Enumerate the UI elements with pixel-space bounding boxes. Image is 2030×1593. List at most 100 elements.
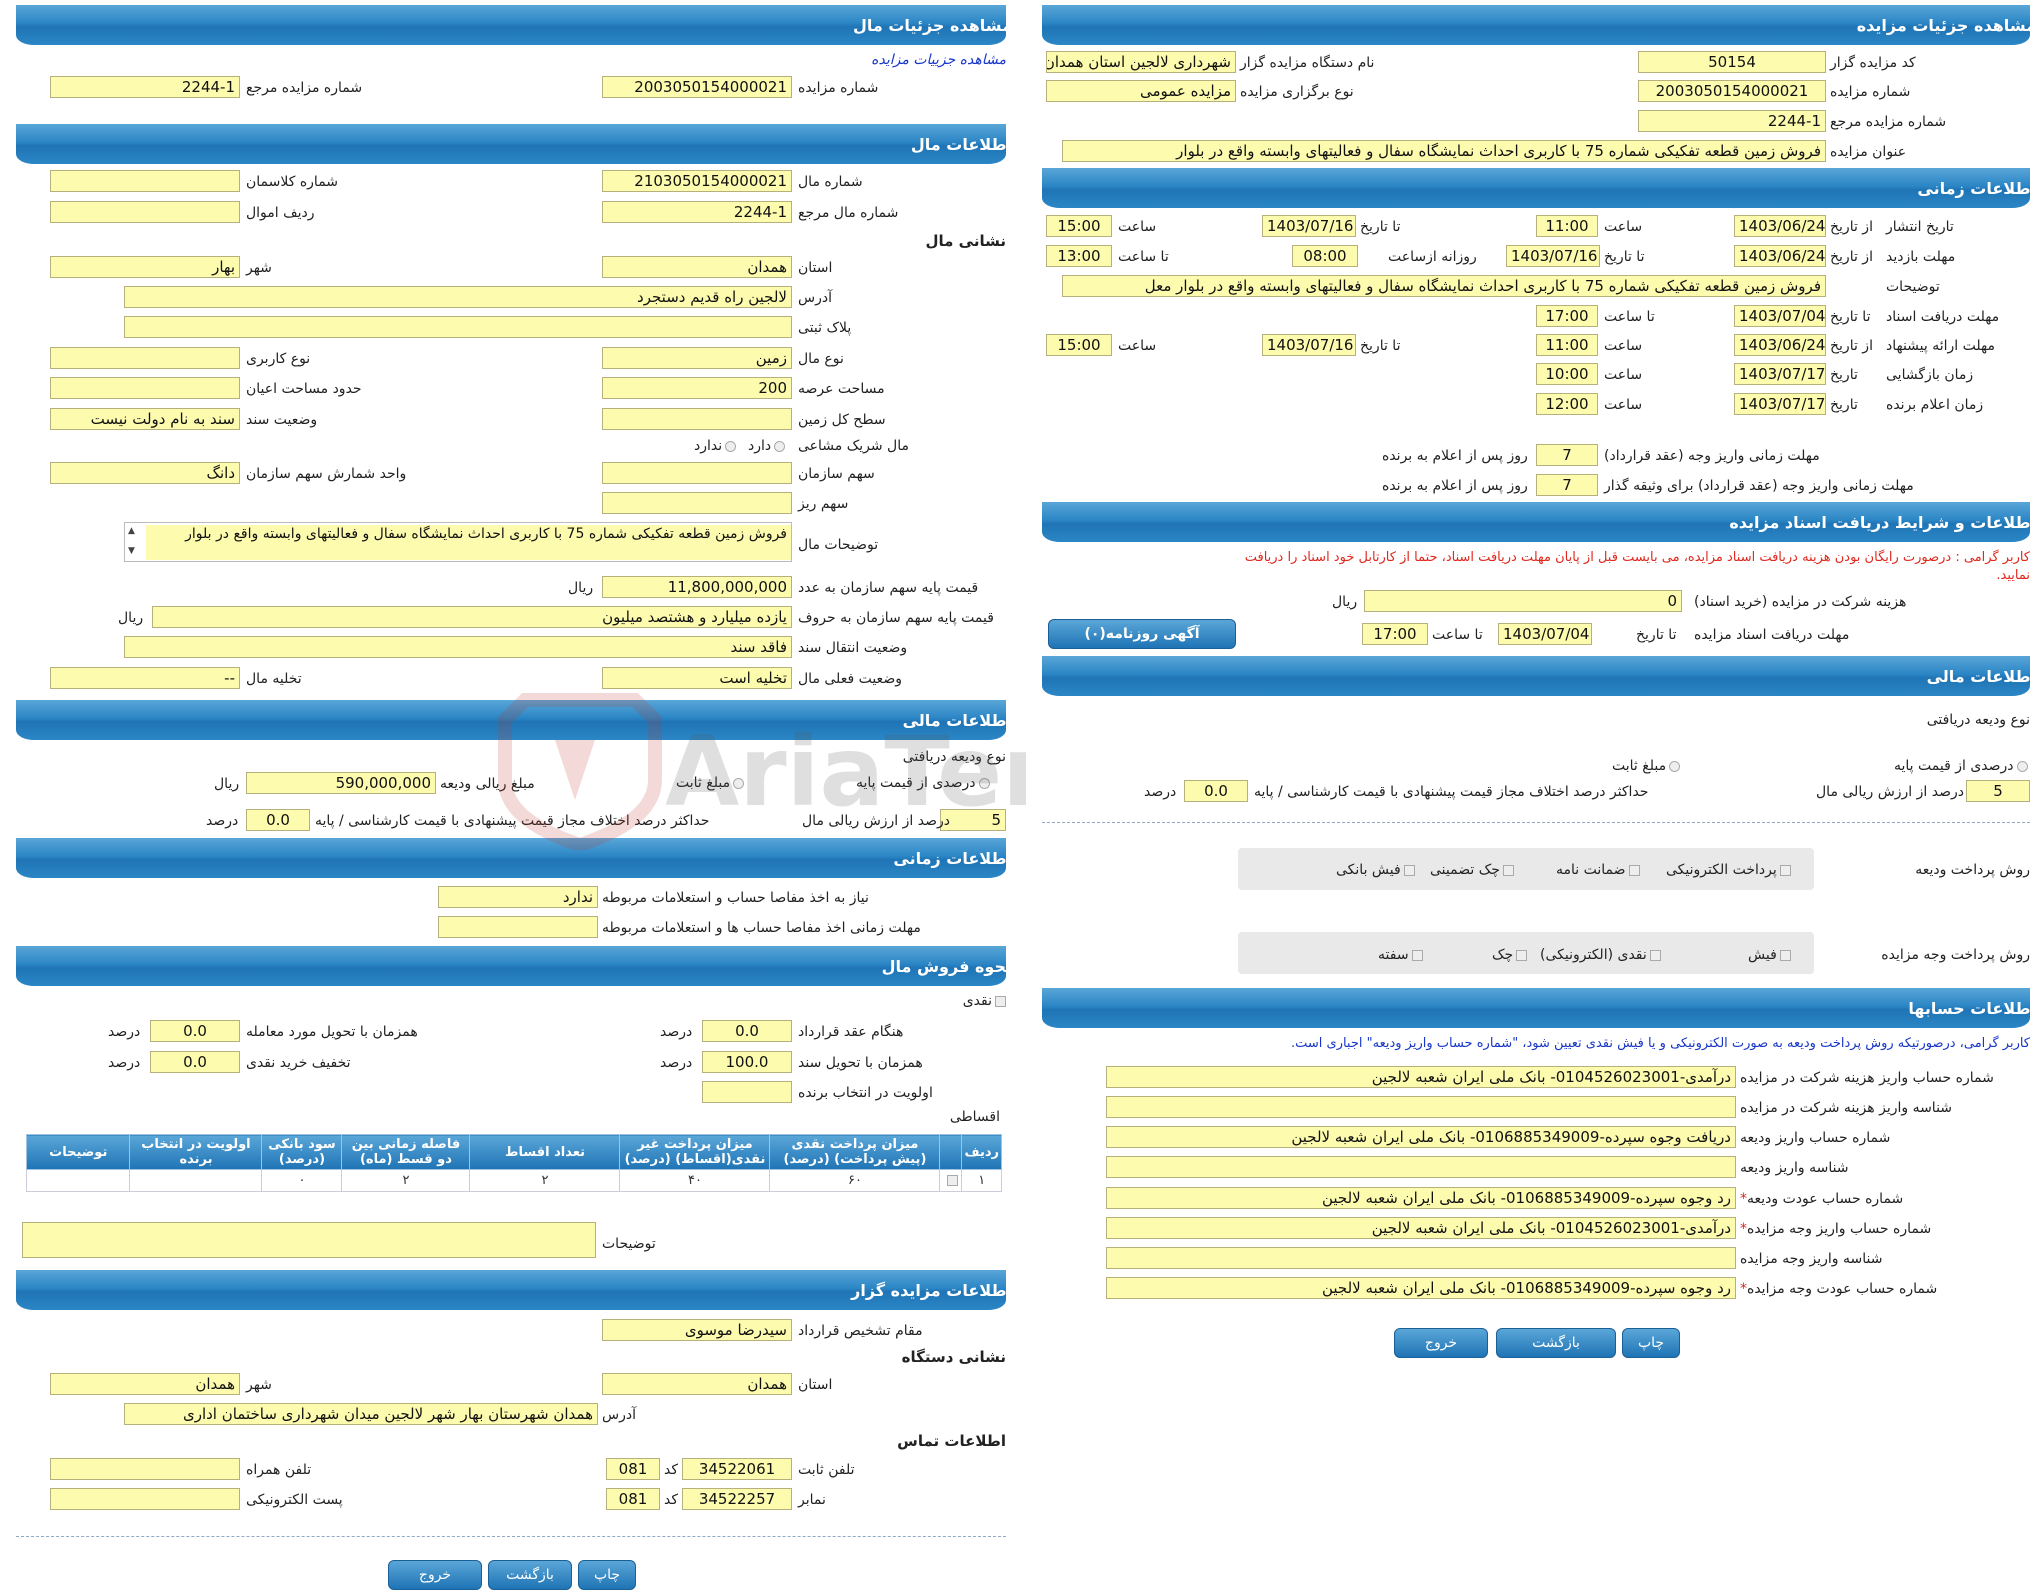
- publish-from-label: از تاریخ: [1830, 219, 1873, 235]
- shared-yes-radio[interactable]: دارد: [748, 438, 786, 454]
- pay-method-cash[interactable]: نقدی (الکترونیکی): [1540, 947, 1661, 963]
- pay-deadline-suffix: روز پس از اعلام به برنده: [1382, 448, 1528, 464]
- deposit-fixed-label: مبلغ ثابت: [676, 775, 731, 791]
- textarea-scroll-up-icon[interactable]: ▲: [128, 526, 135, 536]
- r-print-button[interactable]: چاپ: [1622, 1328, 1680, 1358]
- mobile-label: تلفن همراه: [246, 1462, 312, 1478]
- checkbox-icon: [1411, 949, 1423, 961]
- unit-label: واحد شمارش سهم سازمان: [246, 466, 407, 482]
- textarea-scroll-down-icon[interactable]: ▼: [128, 546, 135, 556]
- d-address-field: همدان شهرستان بهار شهر لالجین میدان شهرد…: [124, 1403, 598, 1425]
- minor-share-label: سهم ریز: [798, 496, 849, 512]
- r-deposit-fixed-radio[interactable]: مبلغ ثابت: [1612, 758, 1681, 774]
- checkbox-icon: [1779, 949, 1791, 961]
- r-max-diff-label: حداکثر درصد اختلاف مجاز قیمت پیشنهادی با…: [1254, 784, 1649, 800]
- contact-heading: اطلاعات تماس: [897, 1432, 1006, 1450]
- opening-date-field: 1403/07/17: [1734, 363, 1826, 385]
- d-province-field: همدان: [602, 1373, 792, 1395]
- view-auction-details-link[interactable]: مشاهده جزییات مزایده: [871, 52, 1006, 68]
- deed-delivery-label: همزمان با تحویل سند: [798, 1055, 923, 1071]
- shared-no-label: ندارد: [694, 438, 723, 454]
- dep-method-cheque[interactable]: چک تضمینی: [1430, 862, 1514, 878]
- cell-noncash: ۴۰: [619, 1169, 771, 1192]
- checkbox-icon: [1628, 864, 1640, 876]
- pay-method-receipt[interactable]: فیش: [1748, 947, 1791, 963]
- device-address-heading: نشانی دستگاه: [901, 1348, 1006, 1366]
- section-header-auction-details: مشاهده جزئیات مزایده: [1042, 5, 2030, 45]
- acc3-label: شماره حساب واریز ودیعه: [1740, 1130, 1891, 1146]
- col-notes-header: توضیحات: [25, 1134, 131, 1170]
- deposit-fixed-radio[interactable]: مبلغ ثابت: [676, 775, 745, 791]
- col-interval-header: فاصله زمانی بین دو قسط (ماه): [341, 1134, 471, 1170]
- dep-method-receipt-label: فیش بانکی: [1336, 862, 1401, 878]
- cell-interval: ۲: [341, 1169, 471, 1192]
- delivery-pay-label: همزمان با تحویل مورد معامله: [246, 1024, 418, 1040]
- cash-checkbox[interactable]: نقدی: [963, 993, 1006, 1009]
- dep-method-electronic[interactable]: پرداخت الکترونیکی: [1666, 862, 1791, 878]
- notes-label: توضیحات: [602, 1236, 656, 1252]
- r-ref-field: 2244-1: [1638, 110, 1826, 132]
- current-status-field: تخلیه است: [602, 667, 792, 689]
- max-diff-field: 0.0: [246, 809, 310, 831]
- col-priority-header: اولویت در انتخاب برنده: [129, 1134, 263, 1170]
- fax-code-field: 081: [606, 1488, 660, 1510]
- free-docs-warning: کاربر گرامی : درصورت رایگان بودن هزینه د…: [1244, 550, 2030, 565]
- address-label: آدرس: [798, 290, 832, 306]
- radio-icon: [774, 440, 786, 452]
- phone-label: تلفن ثابت: [798, 1462, 855, 1478]
- prop-type-field: زمین: [602, 347, 792, 369]
- auctioneer-code-label: کد مزایده گزار: [1830, 55, 1916, 71]
- deposit-percent-radio[interactable]: درصدی از قیمت پایه: [856, 775, 990, 791]
- winner-hour-field: 12:00: [1536, 393, 1598, 415]
- dep-method-receipt[interactable]: فیش بانکی: [1336, 862, 1415, 878]
- ref-no-label: شماره مزایده مرجع: [246, 80, 363, 96]
- acc1-label: شماره حساب واریز هزینه شرکت در مزایده: [1740, 1070, 1994, 1086]
- delivery-pay-unit: درصد: [108, 1024, 141, 1040]
- print-button[interactable]: چاپ: [578, 1560, 636, 1590]
- collateral-deadline-label: مهلت زمانی واریز وجه (عقد قرارداد) برای …: [1604, 478, 1914, 494]
- visit-from-label: از تاریخ: [1830, 249, 1873, 265]
- acc4-label: شناسه واریز ودیعه: [1740, 1160, 1849, 1176]
- notes-field: [22, 1222, 596, 1258]
- divider: [1042, 822, 2030, 823]
- free-docs-warning-cont: نمایید.: [1996, 568, 2030, 583]
- checkbox-icon: [1779, 864, 1791, 876]
- opening-label: زمان بازگشایی: [1886, 367, 1974, 383]
- newspaper-ad-button[interactable]: آگهی روزنامه(۰): [1048, 619, 1236, 649]
- exit-button[interactable]: خروج: [388, 1560, 482, 1590]
- visit-to-field: 1403/07/16: [1506, 245, 1600, 267]
- r-back-button[interactable]: بازگشت: [1496, 1328, 1616, 1358]
- r-exit-button[interactable]: خروج: [1394, 1328, 1488, 1358]
- deed-delivery-unit: درصد: [660, 1055, 693, 1071]
- checkbox-icon: [946, 1175, 958, 1186]
- cell-cash: ۶۰: [769, 1169, 941, 1192]
- r-deposit-fixed-label: مبلغ ثابت: [1612, 758, 1667, 774]
- asset-row-label: ردیف اموال: [246, 205, 315, 221]
- fee-label: هزینه شرکت در مزایده (خرید اسناد): [1694, 594, 1907, 610]
- unit-field: دانگ: [50, 462, 240, 484]
- back-button[interactable]: بازگشت: [488, 1560, 572, 1590]
- section-header-financial: اطلاعات مالی: [16, 700, 1006, 740]
- dep-method-guarantee[interactable]: ضمانت نامه: [1556, 862, 1640, 878]
- pay-method-cheque[interactable]: چک: [1492, 947, 1528, 963]
- cell-check[interactable]: [939, 1169, 963, 1192]
- required-star: *: [1740, 1221, 1747, 1237]
- doc-receive-hour-field: 17:00: [1536, 305, 1598, 327]
- province-label: استان: [798, 260, 833, 276]
- priority-field: [702, 1081, 792, 1103]
- acc3-field: دریافت وجوه سپرده-0106885349009- بانک مل…: [1106, 1126, 1736, 1148]
- prop-no-field: 2103050154000021: [602, 170, 792, 192]
- minor-share-field: [602, 492, 792, 514]
- shared-no-radio[interactable]: ندارد: [694, 438, 737, 454]
- r-deposit-percent-radio[interactable]: درصدی از قیمت پایه: [1894, 758, 2028, 774]
- org-share-field: [602, 462, 792, 484]
- r-max-diff-unit: درصد: [1144, 784, 1177, 800]
- deed-status-label: وضعیت سند: [246, 412, 318, 428]
- payment-method-label: روش پرداخت وجه مزایده: [1881, 947, 2030, 963]
- col-cash-header: میزان پرداخت نقدی (پیش پرداخت) (درصد): [769, 1134, 941, 1170]
- col-check-header: [939, 1134, 963, 1170]
- auctioneer-code-field: 50154: [1638, 51, 1826, 73]
- r-deposit-pct-label: درصد از ارزش ریالی مال: [1816, 784, 1964, 800]
- pay-method-promissory[interactable]: سفته: [1378, 947, 1423, 963]
- province-field: همدان: [602, 256, 792, 278]
